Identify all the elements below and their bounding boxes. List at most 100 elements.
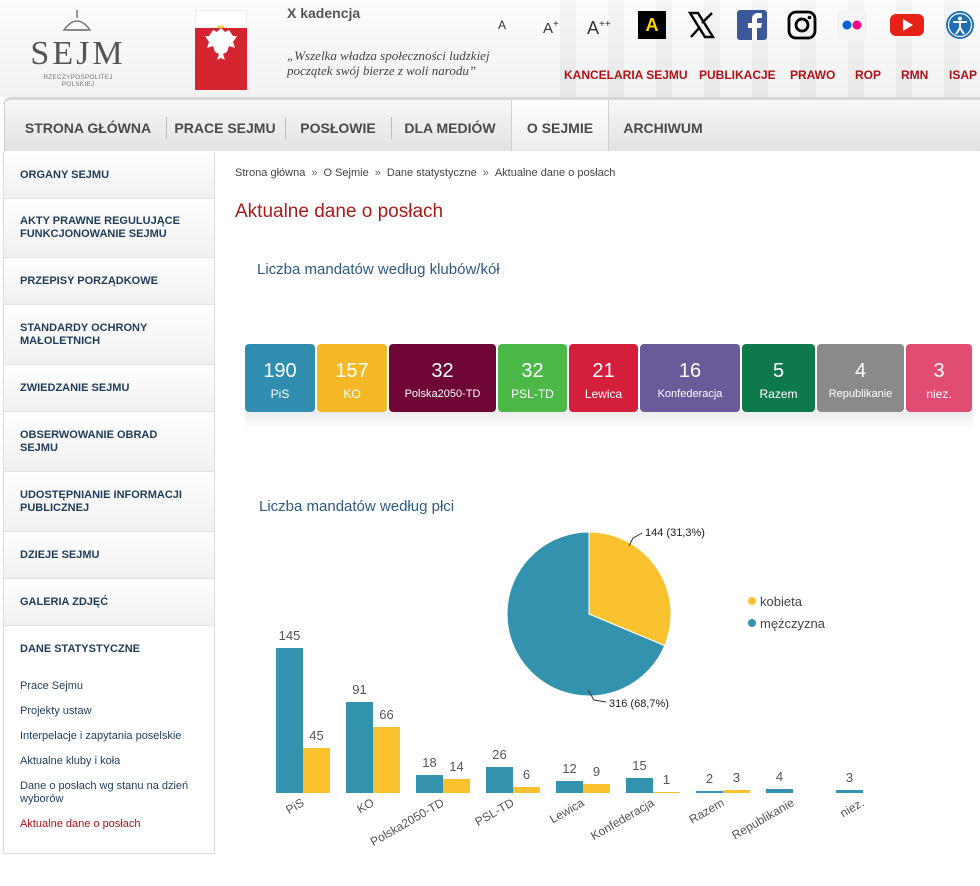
sidebar-subitem-prace-sejmu[interactable]: Prace Sejmu bbox=[20, 680, 200, 693]
bar-mezczyzna bbox=[556, 781, 583, 793]
bar-data-label: 26 bbox=[492, 747, 506, 762]
bar-data-label: 6 bbox=[523, 767, 530, 782]
font-size-normal-button[interactable]: A bbox=[498, 10, 506, 40]
club-box[interactable]: 190 PiS bbox=[245, 344, 315, 412]
bar-category-label: niez. bbox=[838, 795, 867, 820]
top-link-prawo[interactable]: PRAWO bbox=[790, 68, 835, 82]
club-box[interactable]: 32 PSL-TD bbox=[498, 344, 567, 412]
bar-mezczyzna bbox=[696, 791, 723, 793]
font-size-larger-button[interactable]: A+ bbox=[543, 10, 559, 40]
bar-data-label: 66 bbox=[379, 707, 393, 722]
x-icon[interactable] bbox=[686, 10, 716, 40]
sidebar-subitem-dane-wybory[interactable]: Dane o posłach wg stanu na dzień wyborów bbox=[20, 780, 198, 806]
nav-archiwum[interactable]: ARCHIWUM bbox=[615, 100, 711, 151]
pie-connector-line bbox=[628, 532, 643, 547]
breadcrumb-current: Aktualne dane o posłach bbox=[494, 167, 616, 179]
club-box[interactable]: 21 Lewica bbox=[569, 344, 638, 412]
nav-strona-glowna[interactable]: STRONA GŁÓWNA bbox=[17, 100, 159, 151]
club-name: PSL-TD bbox=[511, 387, 554, 401]
bar-mezczyzna bbox=[626, 778, 653, 793]
pie-data-label: 144 (31,3%) bbox=[645, 527, 705, 539]
bar-category-label: Razem bbox=[687, 795, 727, 826]
sidebar-subitem-kluby-kola[interactable]: Aktualne kluby i koła bbox=[20, 755, 200, 768]
bar-kobieta bbox=[583, 784, 610, 793]
breadcrumb-item[interactable]: Strona główna bbox=[235, 167, 305, 179]
club-box[interactable]: 5 Razem bbox=[742, 344, 815, 412]
flickr-icon[interactable] bbox=[837, 10, 867, 40]
nav-dla-mediow[interactable]: DLA MEDIÓW bbox=[397, 100, 503, 151]
bar-data-label: 145 bbox=[279, 628, 301, 643]
bar-mezczyzna bbox=[276, 648, 303, 793]
sidebar-item-dane-statystyczne[interactable]: DANE STATYSTYCZNE bbox=[4, 626, 214, 673]
bar-data-label: 9 bbox=[593, 764, 600, 779]
bar-kobieta bbox=[723, 790, 750, 793]
top-link-rop[interactable]: ROP bbox=[855, 68, 881, 82]
sidebar-item-akty-prawne[interactable]: AKTY PRAWNE REGULUJĄCE FUNKCJONOWANIE SE… bbox=[4, 199, 214, 258]
sidebar-item-obserwowanie[interactable]: OBSERWOWANIE OBRAD SEJMU bbox=[4, 412, 214, 472]
clubs-strip: 190 PiS 157 KO 32 Polska2050-TD 32 PSL-TD 21 Lewi… bbox=[245, 344, 973, 429]
main-navigation: STRONA GŁÓWNA PRACE SEJMU POSŁOWIE DLA M… bbox=[4, 97, 980, 151]
top-link-isap[interactable]: ISAP bbox=[949, 68, 977, 82]
sejm-logo[interactable]: SEJM RZECZYPOSPOLITEJ POLSKIEJ bbox=[28, 10, 128, 88]
nav-prace-sejmu[interactable]: PRACE SEJMU bbox=[172, 100, 278, 151]
bar-data-label: 45 bbox=[309, 728, 323, 743]
club-box[interactable]: 3 niez. bbox=[906, 344, 972, 412]
facebook-icon[interactable] bbox=[737, 10, 767, 40]
term-label: X kadencja bbox=[287, 5, 361, 21]
sidebar-item-standardy[interactable]: STANDARDY OCHRONY MAŁOLETNICH bbox=[4, 305, 214, 365]
bar-kobieta bbox=[373, 727, 400, 793]
legend-swatch-mezczyzna bbox=[748, 619, 756, 627]
top-link-publikacje[interactable]: PUBLIKACJE bbox=[699, 68, 776, 82]
club-name: Konfederacja bbox=[657, 388, 723, 400]
club-name: PiS bbox=[270, 387, 290, 401]
breadcrumb-item[interactable]: Dane statystyczne bbox=[387, 167, 477, 179]
sidebar-item-przepisy[interactable]: PRZEPISY PORZĄDKOWE bbox=[4, 258, 214, 305]
club-box[interactable]: 4 Republikanie bbox=[817, 344, 904, 412]
club-seat-count: 3 bbox=[933, 360, 945, 382]
bar-data-label: 4 bbox=[776, 769, 783, 784]
bar-mezczyzna bbox=[416, 775, 443, 793]
bar-category-label: KO bbox=[354, 795, 376, 816]
club-seat-count: 5 bbox=[772, 360, 785, 382]
accessibility-icon[interactable] bbox=[945, 10, 975, 40]
bar-kobieta bbox=[653, 792, 680, 793]
sidebar-subitem-interpelacje[interactable]: Interpelacje i zapytania poselskie bbox=[20, 730, 200, 743]
bar-data-label: 3 bbox=[733, 770, 740, 785]
pie-slice-mężczyzna bbox=[506, 531, 666, 697]
bar-category-label: Konfederacja bbox=[588, 795, 657, 843]
font-size-largest-button[interactable]: A++ bbox=[587, 10, 611, 40]
nav-separator bbox=[391, 117, 392, 139]
club-box[interactable]: 16 Konfederacja bbox=[640, 344, 740, 412]
sidebar: ORGANY SEJMU AKTY PRAWNE REGULUJĄCE FUNK… bbox=[3, 152, 215, 854]
sidebar-item-galeria[interactable]: GALERIA ZDJĘĆ bbox=[4, 579, 214, 626]
top-link-kancelaria[interactable]: KANCELARIA SEJMU bbox=[564, 68, 688, 82]
pie-connector-line bbox=[587, 689, 607, 703]
legend-item-kobieta[interactable]: kobieta bbox=[748, 594, 802, 609]
sidebar-item-organy[interactable]: ORGANY SEJMU bbox=[4, 152, 214, 199]
bar-data-label: 3 bbox=[846, 770, 853, 785]
sidebar-item-udostepnianie[interactable]: UDOSTĘPNIANIE INFORMACJI PUBLICZNEJ bbox=[4, 472, 214, 532]
youtube-icon[interactable] bbox=[889, 10, 925, 40]
high-contrast-button[interactable]: A bbox=[638, 11, 666, 39]
bar-mezczyzna bbox=[486, 767, 513, 793]
nav-poslowie[interactable]: POSŁOWIE bbox=[292, 100, 384, 151]
top-link-rmn[interactable]: RMN bbox=[901, 68, 928, 82]
sidebar-subitem-aktualne-dane[interactable]: Aktualne dane o posłach bbox=[20, 818, 200, 831]
club-seat-count: 4 bbox=[854, 360, 867, 382]
legend-item-mezczyzna[interactable]: mężczyzna bbox=[748, 616, 825, 631]
sidebar-subitem-projekty-ustaw[interactable]: Projekty ustaw bbox=[20, 705, 200, 718]
white-eagle-icon bbox=[205, 25, 237, 60]
bar-kobieta bbox=[513, 787, 540, 793]
sidebar-item-dzieje[interactable]: DZIEJE SEJMU bbox=[4, 532, 214, 579]
bar-data-label: 18 bbox=[422, 755, 436, 770]
nav-o-sejmie[interactable]: O SEJMIE bbox=[511, 100, 609, 151]
sidebar-item-zwiedzanie[interactable]: ZWIEDZANIE SEJMU bbox=[4, 365, 214, 412]
instagram-icon[interactable] bbox=[787, 10, 817, 40]
breadcrumb-item[interactable]: O Sejmie bbox=[323, 167, 368, 179]
club-name: Polska2050-TD bbox=[404, 388, 481, 400]
club-seat-count: 190 bbox=[263, 360, 297, 382]
bar-data-label: 14 bbox=[449, 759, 463, 774]
club-box[interactable]: 157 KO bbox=[317, 344, 387, 412]
club-box[interactable]: 32 Polska2050-TD bbox=[389, 344, 496, 412]
bar-data-label: 2 bbox=[706, 771, 713, 786]
